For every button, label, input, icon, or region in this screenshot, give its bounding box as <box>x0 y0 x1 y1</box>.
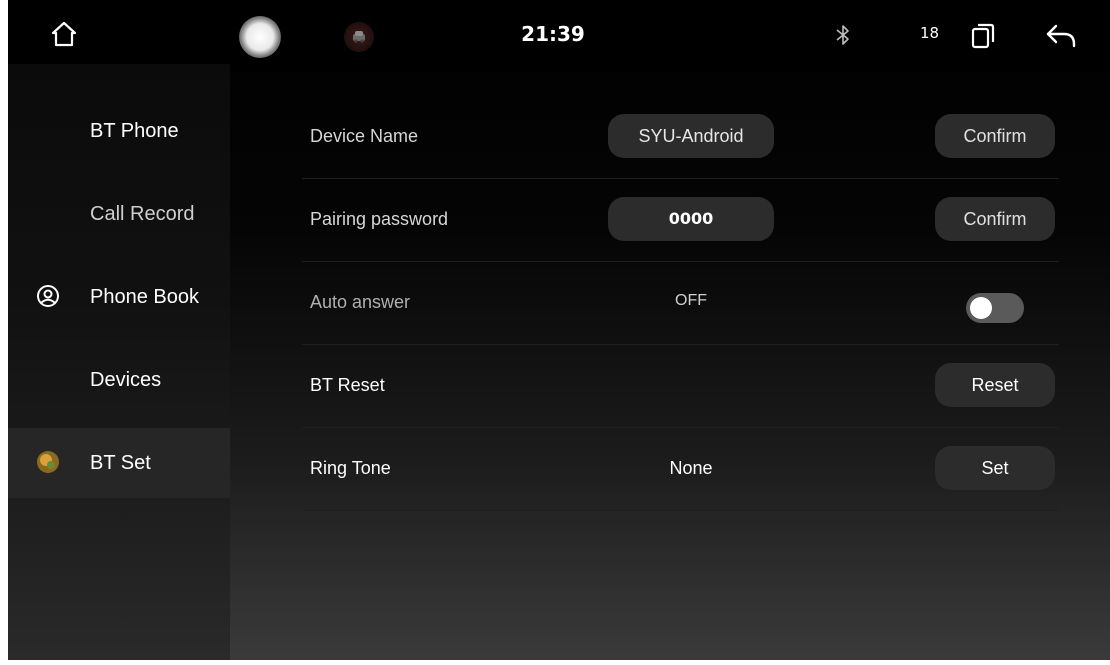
contact-circle-icon <box>36 284 60 308</box>
floating-ball-icon[interactable] <box>239 16 281 58</box>
sidebar-item-call-record[interactable]: Call Record <box>8 179 230 249</box>
sidebar-item-bt-set[interactable]: BT Set <box>8 428 230 498</box>
sidebar-item-bt-phone[interactable]: BT Phone <box>8 96 230 166</box>
setting-row-device-name: Device Name SYU-Android Confirm <box>302 96 1059 179</box>
recents-icon[interactable] <box>970 22 996 50</box>
pairing-password-field[interactable]: 0000 <box>608 197 774 241</box>
bt-reset-label: BT Reset <box>310 375 385 395</box>
auto-answer-toggle[interactable] <box>966 293 1024 323</box>
sidebar-item-label: BT Phone <box>90 120 179 142</box>
sidebar-item-label: BT Set <box>90 452 151 474</box>
back-icon[interactable] <box>1044 22 1078 50</box>
sidebar-item-label: Phone Book <box>90 286 199 308</box>
sidebar-item-label: Call Record <box>90 203 195 225</box>
pairing-password-confirm-button[interactable]: Confirm <box>935 197 1055 241</box>
car-icon[interactable] <box>344 22 374 52</box>
sidebar-item-phone-book[interactable]: Phone Book <box>8 262 230 332</box>
ring-tone-label: Ring Tone <box>310 458 391 478</box>
setting-row-ring-tone: Ring Tone None Set <box>302 428 1059 511</box>
pairing-password-label: Pairing password <box>310 209 449 229</box>
settings-badge-icon <box>36 450 60 474</box>
status-bar: 21:39 18 <box>8 0 1110 72</box>
sidebar-item-devices[interactable]: Devices <box>8 345 230 415</box>
auto-answer-value: OFF <box>675 292 707 309</box>
setting-row-bt-reset: BT Reset Reset <box>302 345 1059 428</box>
ring-tone-value: None <box>669 458 713 478</box>
home-icon[interactable] <box>50 20 78 48</box>
sidebar: BT Phone Call Record Phone Book Devices <box>8 64 230 660</box>
ring-tone-set-button[interactable]: Set <box>935 446 1055 490</box>
device-name-field[interactable]: SYU-Android <box>608 114 774 158</box>
sidebar-item-label: Devices <box>90 369 162 391</box>
bluetooth-icon <box>834 24 852 46</box>
bt-reset-button[interactable]: Reset <box>935 363 1055 407</box>
volume-level: 18 <box>920 24 940 42</box>
clock: 21:39 <box>521 22 585 46</box>
auto-answer-label: Auto answer <box>310 292 411 312</box>
device-name-confirm-button[interactable]: Confirm <box>935 114 1055 158</box>
toggle-knob <box>970 297 992 319</box>
bt-settings-screen: 21:39 18 BT Phone Call Record Phone Book… <box>8 0 1110 660</box>
setting-row-auto-answer: Auto answer OFF <box>302 262 1059 345</box>
setting-row-pairing-password: Pairing password 0000 Confirm <box>302 179 1059 262</box>
device-name-label: Device Name <box>310 126 419 146</box>
